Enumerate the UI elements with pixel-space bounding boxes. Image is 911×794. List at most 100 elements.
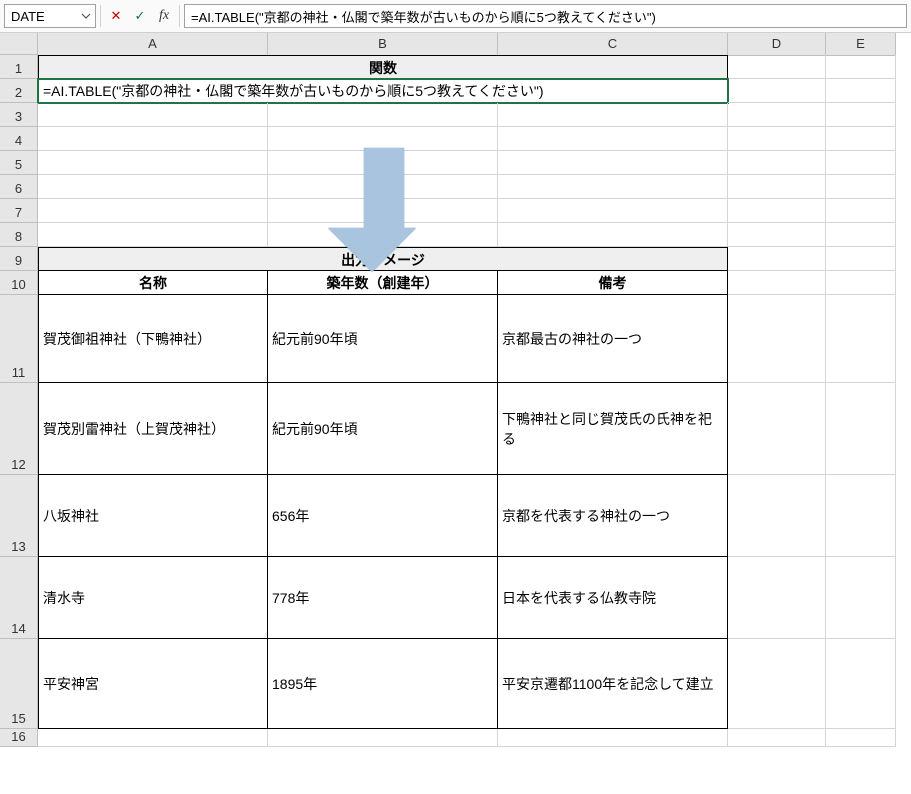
row-header-3[interactable]: 3 xyxy=(0,103,38,127)
cell-B7[interactable] xyxy=(268,199,498,223)
cell-A3[interactable] xyxy=(38,103,268,127)
cell-D7[interactable] xyxy=(728,199,826,223)
cell-B11[interactable]: 紀元前90年頃 xyxy=(268,295,498,383)
cell-D14[interactable] xyxy=(728,557,826,639)
cell-A16[interactable] xyxy=(38,729,268,747)
cell-E13[interactable] xyxy=(826,475,896,557)
cell-D8[interactable] xyxy=(728,223,826,247)
row-header-14[interactable]: 14 xyxy=(0,557,38,639)
cell-E2[interactable] xyxy=(826,79,896,103)
cell-B4[interactable] xyxy=(268,127,498,151)
row-header-11[interactable]: 11 xyxy=(0,295,38,383)
name-box-dropdown-icon[interactable] xyxy=(77,11,95,21)
cell-D12[interactable] xyxy=(728,383,826,475)
cell-C7[interactable] xyxy=(498,199,728,223)
row-header-4[interactable]: 4 xyxy=(0,127,38,151)
cell-C6[interactable] xyxy=(498,175,728,199)
cell-C16[interactable] xyxy=(498,729,728,747)
cell-A8[interactable] xyxy=(38,223,268,247)
cell-E8[interactable] xyxy=(826,223,896,247)
cell-A7[interactable] xyxy=(38,199,268,223)
cell-B8[interactable] xyxy=(268,223,498,247)
col-header-D[interactable]: D xyxy=(728,33,826,56)
cell-D13[interactable] xyxy=(728,475,826,557)
cell-B6[interactable] xyxy=(268,175,498,199)
cell-E6[interactable] xyxy=(826,175,896,199)
cell-A12[interactable]: 賀茂別雷神社（上賀茂神社） xyxy=(38,383,268,475)
cell-E3[interactable] xyxy=(826,103,896,127)
cell-B12[interactable]: 紀元前90年頃 xyxy=(268,383,498,475)
cell-E5[interactable] xyxy=(826,151,896,175)
row-header-7[interactable]: 7 xyxy=(0,199,38,223)
cell-D11[interactable] xyxy=(728,295,826,383)
row-header-9[interactable]: 9 xyxy=(0,247,38,271)
cell-A5[interactable] xyxy=(38,151,268,175)
cell-A13[interactable]: 八坂神社 xyxy=(38,475,268,557)
cell-C11[interactable]: 京都最古の神社の一つ xyxy=(498,295,728,383)
cell-B10[interactable]: 築年数（創建年） xyxy=(268,271,498,295)
row-header-10[interactable]: 10 xyxy=(0,271,38,295)
formula-input[interactable]: =AI.TABLE("京都の神社・仏閣で築年数が古いものから順に5つ教えてくださ… xyxy=(184,4,907,28)
cell-D9[interactable] xyxy=(728,247,826,271)
cell-B16[interactable] xyxy=(268,729,498,747)
enter-button[interactable]: ✓ xyxy=(131,7,149,25)
cell-C13[interactable]: 京都を代表する神社の一つ xyxy=(498,475,728,557)
cell-E7[interactable] xyxy=(826,199,896,223)
fx-button[interactable]: fx xyxy=(155,7,173,25)
cell-A15[interactable]: 平安神宮 xyxy=(38,639,268,729)
cell-A11[interactable]: 賀茂御祖神社（下鴨神社） xyxy=(38,295,268,383)
cell-D2[interactable] xyxy=(728,79,826,103)
row-header-15[interactable]: 15 xyxy=(0,639,38,729)
cell-C8[interactable] xyxy=(498,223,728,247)
cell-D5[interactable] xyxy=(728,151,826,175)
row-header-12[interactable]: 12 xyxy=(0,383,38,475)
cell-C15[interactable]: 平安京遷都1100年を記念して建立 xyxy=(498,639,728,729)
cell-B5[interactable] xyxy=(268,151,498,175)
cancel-button[interactable]: ✕ xyxy=(107,7,125,25)
row-header-16[interactable]: 16 xyxy=(0,729,38,747)
cell-A4[interactable] xyxy=(38,127,268,151)
cell-E14[interactable] xyxy=(826,557,896,639)
row-header-6[interactable]: 6 xyxy=(0,175,38,199)
row-header-8[interactable]: 8 xyxy=(0,223,38,247)
col-header-B[interactable]: B xyxy=(268,33,498,56)
cell-E12[interactable] xyxy=(826,383,896,475)
cell-A6[interactable] xyxy=(38,175,268,199)
cell-C10[interactable]: 備考 xyxy=(498,271,728,295)
select-all-corner[interactable] xyxy=(0,33,38,55)
cell-D4[interactable] xyxy=(728,127,826,151)
cell-E11[interactable] xyxy=(826,295,896,383)
cell-D15[interactable] xyxy=(728,639,826,729)
row-header-2[interactable]: 2 xyxy=(0,79,38,103)
spreadsheet-grid[interactable]: A B C D E 1 関数 2 =AI.TABLE("京都の神社・仏閣で築年数… xyxy=(0,33,911,747)
cell-C12[interactable]: 下鴨神社と同じ賀茂氏の氏神を祀る xyxy=(498,383,728,475)
cell-E15[interactable] xyxy=(826,639,896,729)
cell-C14[interactable]: 日本を代表する仏教寺院 xyxy=(498,557,728,639)
cell-D16[interactable] xyxy=(728,729,826,747)
row-header-13[interactable]: 13 xyxy=(0,475,38,557)
cell-D6[interactable] xyxy=(728,175,826,199)
cell-E1[interactable] xyxy=(826,55,896,79)
name-box[interactable]: DATE xyxy=(4,4,96,28)
row-header-1[interactable]: 1 xyxy=(0,55,38,79)
cell-D1[interactable] xyxy=(728,55,826,79)
cell-D10[interactable] xyxy=(728,271,826,295)
cell-C4[interactable] xyxy=(498,127,728,151)
cell-A1-merged[interactable]: 関数 xyxy=(38,55,728,79)
cell-C5[interactable] xyxy=(498,151,728,175)
col-header-C[interactable]: C xyxy=(498,33,728,56)
cell-C3[interactable] xyxy=(498,103,728,127)
cell-A14[interactable]: 清水寺 xyxy=(38,557,268,639)
cell-B13[interactable]: 656年 xyxy=(268,475,498,557)
cell-B15[interactable]: 1895年 xyxy=(268,639,498,729)
cell-E16[interactable] xyxy=(826,729,896,747)
cell-E10[interactable] xyxy=(826,271,896,295)
cell-B14[interactable]: 778年 xyxy=(268,557,498,639)
cell-A9-merged[interactable]: 出力イメージ xyxy=(38,247,728,271)
col-header-A[interactable]: A xyxy=(38,33,268,56)
cell-D3[interactable] xyxy=(728,103,826,127)
cell-E4[interactable] xyxy=(826,127,896,151)
cell-B3[interactable] xyxy=(268,103,498,127)
cell-A2-merged[interactable]: =AI.TABLE("京都の神社・仏閣で築年数が古いものから順に5つ教えてくださ… xyxy=(38,79,728,103)
row-header-5[interactable]: 5 xyxy=(0,151,38,175)
